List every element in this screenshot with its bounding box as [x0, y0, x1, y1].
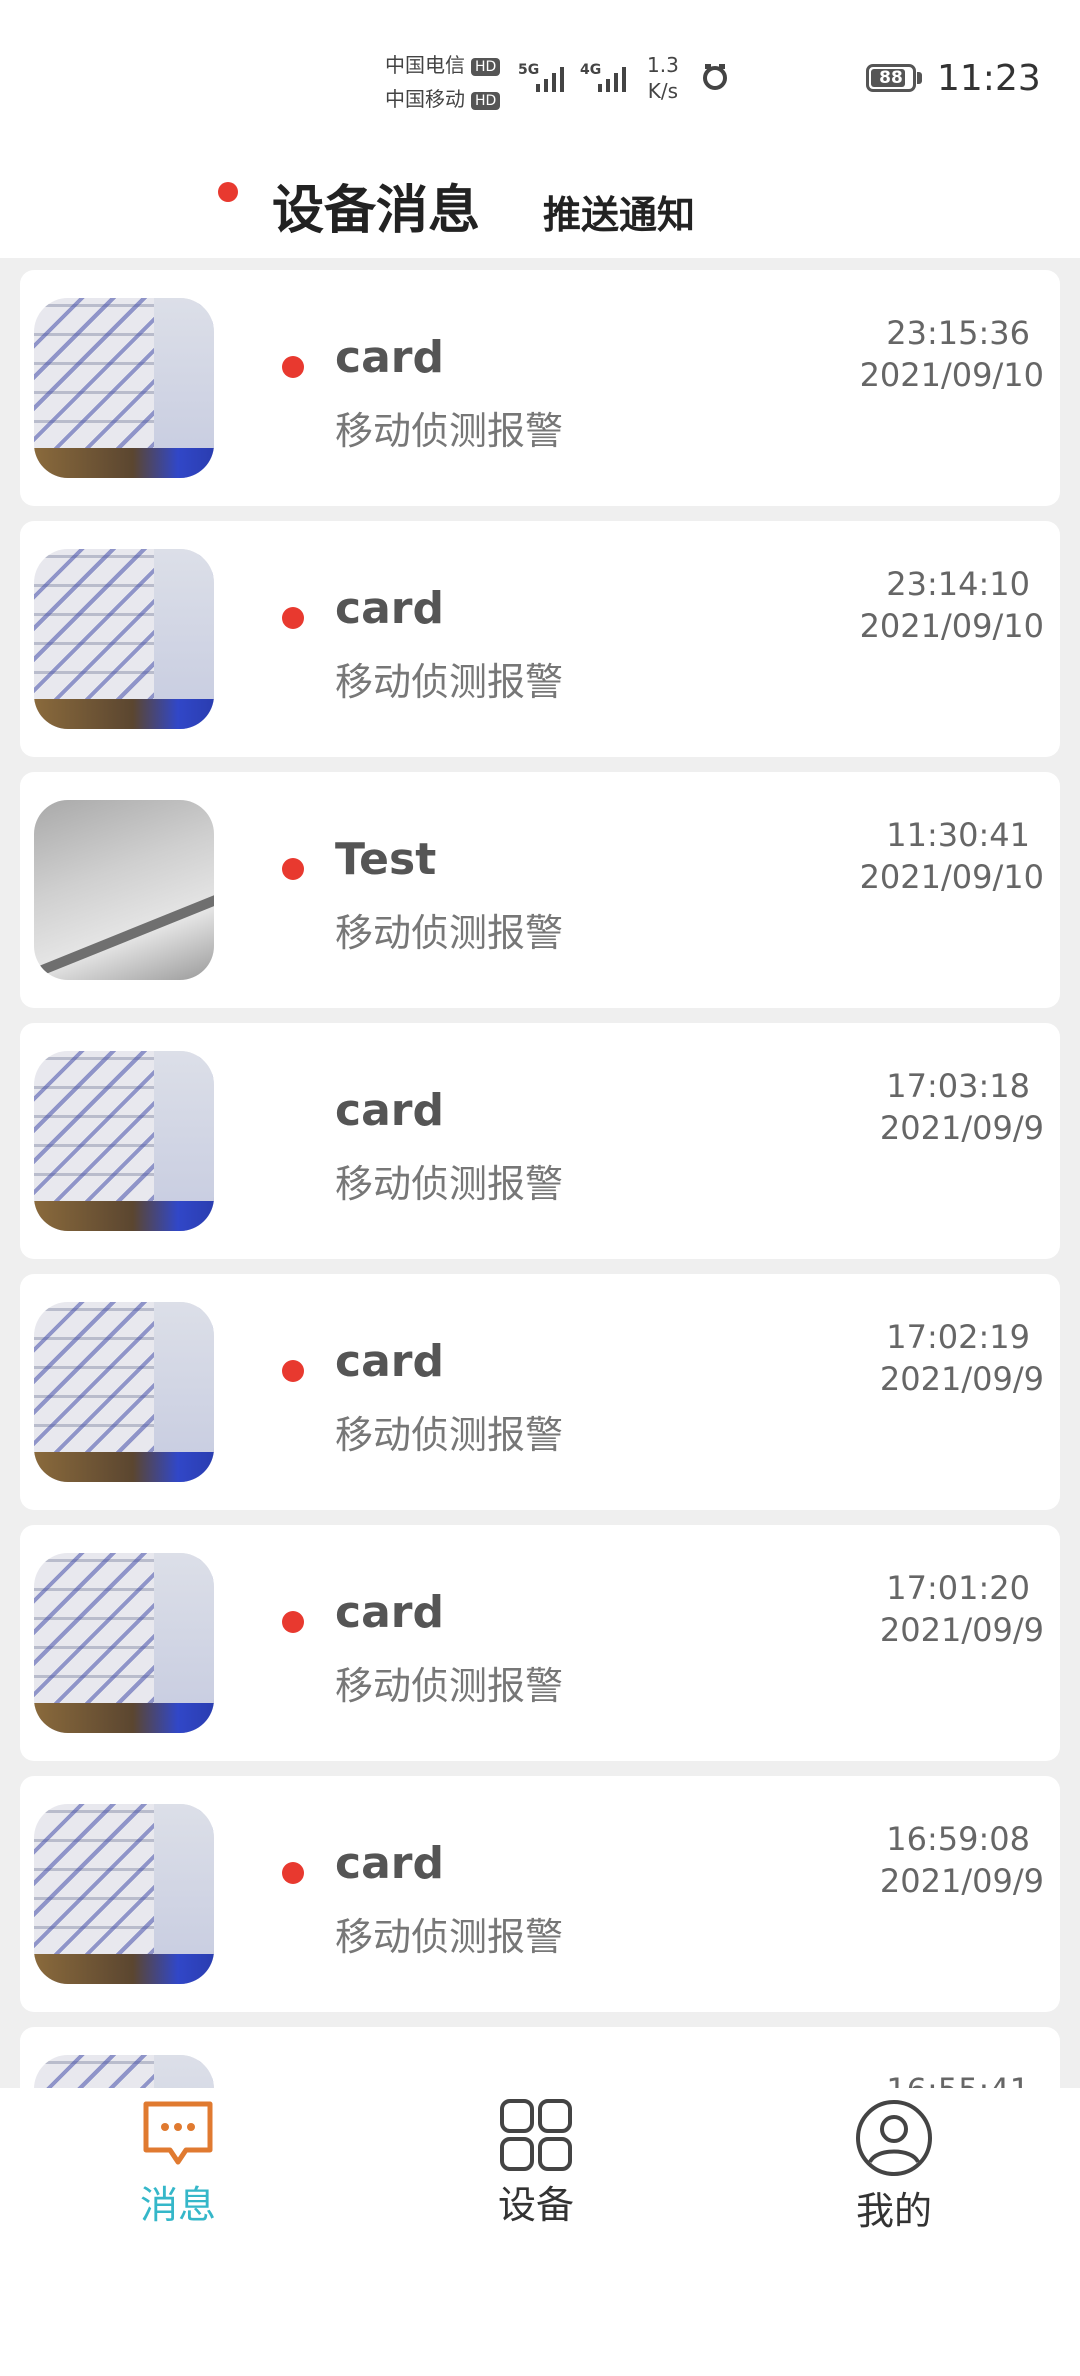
- alarm-icon: [703, 64, 727, 90]
- network-speed: 1.3 K/s: [647, 53, 679, 103]
- message-date: 2021/09/9: [879, 1360, 1044, 1398]
- device-name: card: [335, 1336, 444, 1387]
- message-icon: [143, 2101, 213, 2165]
- message-card[interactable]: card 移动侦测报警 23:14:10 2021/09/10: [20, 521, 1060, 757]
- hd-badge: HD: [471, 57, 501, 76]
- message-date: 2021/09/10: [859, 607, 1044, 645]
- message-time: 16:55:41: [886, 2071, 1030, 2088]
- carrier-1: 中国电信: [385, 53, 465, 77]
- message-list[interactable]: card 移动侦测报警 23:15:36 2021/09/10 card 移动侦测报警 23…: [0, 258, 1080, 2088]
- snapshot-thumbnail[interactable]: [34, 800, 214, 980]
- event-type: 移动侦测报警: [335, 1664, 564, 1708]
- bottom-nav: 消息 设备 我的: [0, 2088, 1080, 2376]
- nav-tab-messages[interactable]: 消息: [78, 2098, 278, 2238]
- device-name: card: [335, 1838, 444, 1889]
- event-type: 移动侦测报警: [335, 660, 564, 704]
- message-time: 11:30:41: [886, 816, 1030, 854]
- message-time: 17:01:20: [886, 1569, 1030, 1607]
- snapshot-thumbnail[interactable]: [34, 298, 214, 478]
- tab-push-notifications[interactable]: 推送通知: [543, 184, 695, 239]
- snapshot-thumbnail[interactable]: [34, 1553, 214, 1733]
- header: 设备消息 推送通知: [0, 140, 1080, 260]
- message-date: 2021/09/9: [879, 1611, 1044, 1649]
- message-time: 23:14:10: [886, 565, 1030, 603]
- unread-indicator: [218, 182, 238, 202]
- message-card[interactable]: card 移动侦测报警 17:01:20 2021/09/9: [20, 1525, 1060, 1761]
- event-type: 移动侦测报警: [335, 1413, 564, 1457]
- nav-label: 我的: [855, 2189, 932, 2233]
- event-type: 移动侦测报警: [335, 1915, 564, 1959]
- battery-icon: 88: [866, 64, 916, 92]
- grid-icon: [500, 2099, 572, 2171]
- battery-tip: [917, 72, 922, 84]
- device-name: card: [335, 583, 444, 634]
- message-card[interactable]: card 移动侦测报警 17:03:18 2021/09/9: [20, 1023, 1060, 1259]
- snapshot-thumbnail[interactable]: [34, 2055, 214, 2088]
- unread-dot: [282, 356, 304, 378]
- message-date: 2021/09/9: [879, 1109, 1044, 1147]
- carrier-info: 中国电信 HD 中国移动 HD: [385, 48, 501, 116]
- unread-dot: [282, 1611, 304, 1633]
- event-type: 移动侦测报警: [335, 911, 564, 955]
- status-bar: 中国电信 HD 中国移动 HD 5G 4G 1.3 K/s 88 11:23: [0, 0, 1080, 140]
- device-name: Test: [335, 834, 437, 885]
- nav-tab-devices[interactable]: 设备: [436, 2098, 636, 2238]
- message-date: 2021/09/10: [859, 356, 1044, 394]
- carrier-2: 中国移动: [385, 87, 465, 111]
- message-time: 16:59:08: [886, 1820, 1030, 1858]
- unread-dot: [282, 858, 304, 880]
- hd-badge: HD: [471, 91, 501, 110]
- snapshot-thumbnail[interactable]: [34, 1302, 214, 1482]
- message-date: 2021/09/10: [859, 858, 1044, 896]
- message-card[interactable]: 16:55:41: [20, 2027, 1060, 2088]
- nav-tab-profile[interactable]: 我的: [794, 2098, 994, 2238]
- event-type: 移动侦测报警: [335, 1162, 564, 1206]
- nav-label: 消息: [139, 2183, 216, 2227]
- message-card[interactable]: card 移动侦测报警 16:59:08 2021/09/9: [20, 1776, 1060, 2012]
- user-icon: [856, 2100, 932, 2176]
- message-time: 17:03:18: [886, 1067, 1030, 1105]
- unread-dot: [282, 607, 304, 629]
- nav-label: 设备: [497, 2183, 574, 2227]
- event-type: 移动侦测报警: [335, 409, 564, 453]
- unread-dot: [282, 1862, 304, 1884]
- snapshot-thumbnail[interactable]: [34, 1804, 214, 1984]
- device-name: card: [335, 1587, 444, 1638]
- snapshot-thumbnail[interactable]: [34, 549, 214, 729]
- clock: 11:23: [937, 58, 1041, 99]
- tab-device-messages[interactable]: 设备消息: [272, 168, 480, 243]
- message-card[interactable]: card 移动侦测报警 17:02:19 2021/09/9: [20, 1274, 1060, 1510]
- message-date: 2021/09/9: [879, 1862, 1044, 1900]
- unread-dot: [282, 1360, 304, 1382]
- snapshot-thumbnail[interactable]: [34, 1051, 214, 1231]
- message-time: 23:15:36: [886, 314, 1030, 352]
- message-card[interactable]: card 移动侦测报警 23:15:36 2021/09/10: [20, 270, 1060, 506]
- message-time: 17:02:19: [886, 1318, 1030, 1356]
- device-name: card: [335, 332, 444, 383]
- device-name: card: [335, 1085, 444, 1136]
- message-card[interactable]: Test 移动侦测报警 11:30:41 2021/09/10: [20, 772, 1060, 1008]
